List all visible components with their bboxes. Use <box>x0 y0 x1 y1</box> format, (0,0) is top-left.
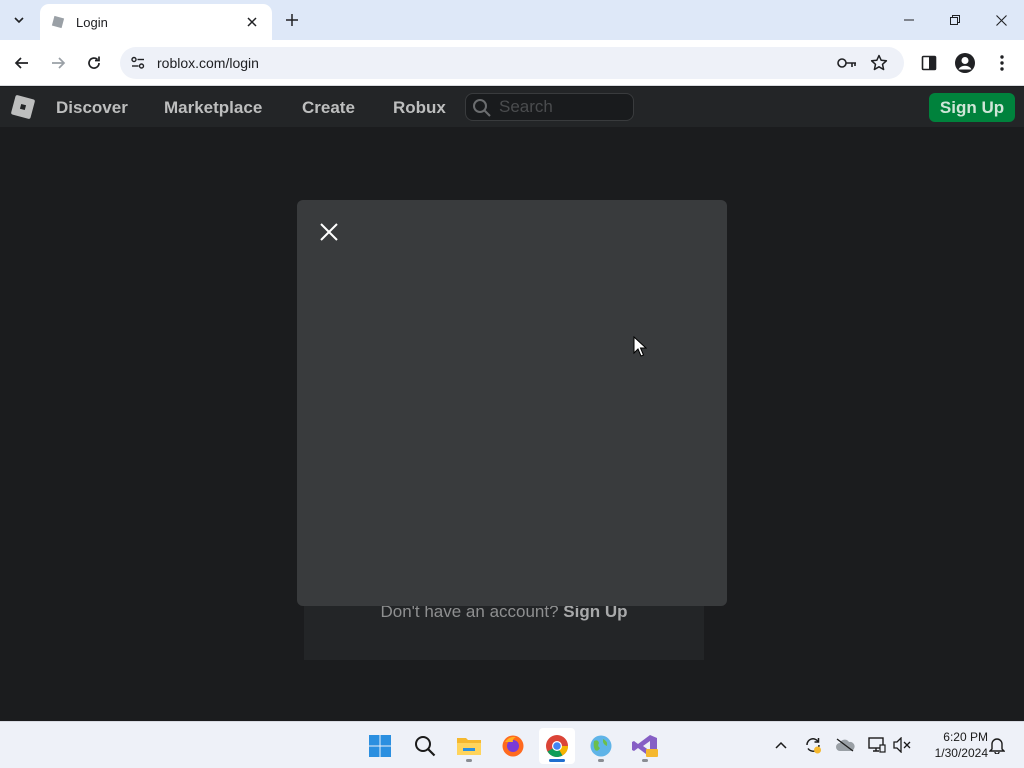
nav-discover[interactable]: Discover <box>56 98 128 118</box>
close-icon <box>995 14 1007 26</box>
tray-notifications[interactable] <box>986 734 1008 756</box>
windows-start-icon <box>369 735 391 757</box>
modal-close-button[interactable] <box>317 220 341 244</box>
tray-sync-app[interactable] <box>802 734 824 756</box>
folder-icon <box>457 738 481 755</box>
running-indicator <box>466 759 472 762</box>
running-indicator <box>642 759 648 762</box>
back-button[interactable] <box>7 48 37 78</box>
tab-title: Login <box>76 14 108 30</box>
taskbar-chrome[interactable] <box>539 728 575 764</box>
side-panel-icon <box>921 55 937 71</box>
windows-taskbar: 6:20 PM 1/30/2024 <box>0 721 1024 768</box>
nav-create[interactable]: Create <box>302 98 355 118</box>
bell-icon <box>989 738 1005 754</box>
search-input[interactable] <box>499 97 624 117</box>
clock-date: 1/30/2024 <box>934 746 988 760</box>
running-indicator <box>598 759 604 762</box>
taskbar-visual-studio[interactable] <box>627 728 663 764</box>
reload-button[interactable] <box>79 48 109 78</box>
profile-button[interactable] <box>950 48 980 78</box>
search-icon <box>415 736 436 757</box>
taskbar-earth-app[interactable] <box>583 728 619 764</box>
close-window-button[interactable] <box>987 6 1015 34</box>
side-panel-button[interactable] <box>914 48 944 78</box>
firefox-icon <box>502 735 524 757</box>
volume-muted-icon <box>893 737 911 753</box>
minimize-icon <box>904 19 914 21</box>
show-hidden-icons-button[interactable] <box>770 734 792 756</box>
browser-tab[interactable]: Login <box>40 4 272 40</box>
browser-menu-button[interactable] <box>987 48 1017 78</box>
arrow-right-icon <box>52 57 66 69</box>
address-bar[interactable]: roblox.com/login <box>120 47 904 79</box>
taskbar-file-explorer[interactable] <box>451 728 487 764</box>
chevron-down-icon <box>14 17 24 24</box>
restore-button[interactable] <box>941 6 969 34</box>
forward-button[interactable] <box>43 48 73 78</box>
new-tab-button[interactable] <box>280 8 304 32</box>
nav-robux[interactable]: Robux <box>393 98 446 118</box>
login-modal <box>297 200 727 606</box>
url-text: roblox.com/login <box>157 55 259 71</box>
search-icon <box>473 99 491 117</box>
cloud-offline-icon <box>836 738 855 752</box>
taskbar-clock[interactable]: 6:20 PM 1/30/2024 <box>918 729 988 761</box>
visual-studio-icon <box>632 735 658 757</box>
active-indicator <box>549 759 565 762</box>
clock-time: 6:20 PM <box>943 730 988 744</box>
earth-app-icon <box>590 735 612 757</box>
browser-toolbar: roblox.com/login <box>0 40 1024 86</box>
roblox-header: Discover Marketplace Create Robux Sign U… <box>0 87 1024 127</box>
arrow-left-icon <box>14 57 28 69</box>
mouse-cursor-icon <box>633 336 647 357</box>
network-icon <box>868 737 886 753</box>
plus-icon <box>286 14 298 26</box>
restore-icon <box>950 15 960 25</box>
reload-icon <box>88 56 100 69</box>
start-button[interactable] <box>362 728 398 764</box>
signup-button[interactable]: Sign Up <box>929 93 1015 122</box>
taskbar-firefox[interactable] <box>495 728 531 764</box>
tab-close-icon[interactable] <box>242 12 262 32</box>
tray-onedrive[interactable] <box>834 734 856 756</box>
more-vert-icon <box>1000 55 1004 71</box>
browser-tab-strip: Login <box>0 0 1024 40</box>
tab-search-button[interactable] <box>6 7 32 33</box>
login-page: Don't have an account? Sign Up <box>0 127 1024 721</box>
chrome-icon <box>546 735 568 757</box>
taskbar-search-button[interactable] <box>407 728 443 764</box>
minimize-button[interactable] <box>895 6 923 34</box>
tray-volume[interactable] <box>891 734 913 756</box>
bookmark-star-icon[interactable] <box>868 53 890 73</box>
close-icon <box>320 223 338 241</box>
roblox-logo-icon[interactable] <box>10 94 36 120</box>
roblox-favicon-icon <box>50 14 66 30</box>
search-box[interactable] <box>465 93 634 121</box>
site-settings-icon[interactable] <box>128 53 148 73</box>
sync-icon <box>806 738 821 754</box>
tray-network[interactable] <box>866 734 888 756</box>
key-icon[interactable] <box>836 53 858 73</box>
nav-marketplace[interactable]: Marketplace <box>164 98 262 118</box>
profile-avatar-icon <box>955 53 975 73</box>
chevron-up-icon <box>775 741 787 749</box>
